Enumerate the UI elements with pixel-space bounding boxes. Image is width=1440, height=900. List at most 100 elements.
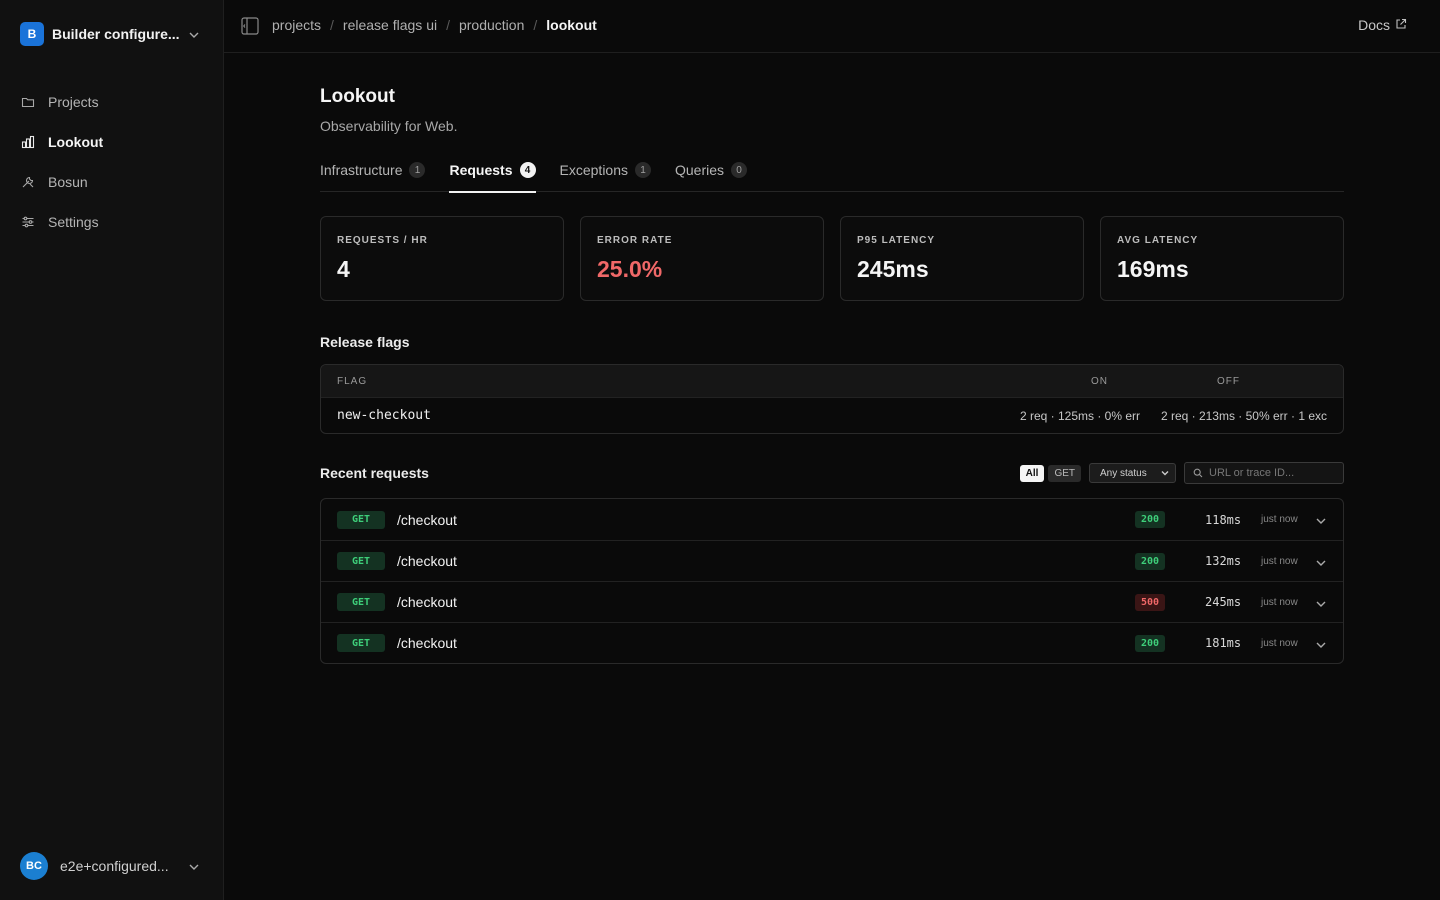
release-flags-title: Release flags [320,334,410,350]
request-path: /checkout [397,635,457,651]
tab-bar: Infrastructure 1 Requests 4 Exceptions 1… [320,158,1344,193]
sidebar-item-lookout[interactable]: Lookout [12,124,212,160]
tools-icon [20,174,36,190]
flag-name: new-checkout [337,408,431,423]
chevron-down-icon [188,28,200,44]
recent-requests-header: Recent requests All GET Any status URL o… [320,462,1344,484]
tab-exceptions[interactable]: Exceptions 1 [560,158,651,192]
filter-all-button[interactable]: All [1019,464,1045,482]
table-header: FLAG ON OFF [321,365,1343,397]
user-menu[interactable]: BC e2e+configured... [20,852,204,880]
breadcrumb-project[interactable]: release flags ui [343,17,437,33]
sidebar-item-label: Settings [48,214,99,230]
stats-row: REQUESTS / HR 4 ERROR RATE 25.0% P95 LAT… [320,216,1344,301]
breadcrumb: projects / release flags ui / production… [272,17,597,33]
method-badge: GET [337,510,385,529]
tab-infrastructure[interactable]: Infrastructure 1 [320,158,426,192]
breadcrumb-current: lookout [546,17,597,33]
request-path: /checkout [397,511,457,528]
status-badge: 200 [1135,634,1165,652]
tab-count-badge: 4 [519,162,536,178]
breadcrumb-projects[interactable]: projects [272,17,321,33]
main-content: Lookout Observability for Web. Infrastru… [320,86,1344,664]
stat-card-p95-latency: P95 LATENCY 245ms [840,216,1084,301]
chevron-down-icon[interactable] [1315,638,1327,654]
org-switcher[interactable]: B Builder configure... [20,22,204,46]
request-path: /checkout [397,553,457,569]
method-badge: GET [337,634,385,652]
docs-link[interactable]: Docs [1358,17,1407,33]
page-subtitle: Observability for Web. [320,118,458,134]
chevron-down-icon [1160,468,1170,481]
request-duration: 132ms [1205,554,1242,568]
breadcrumb-separator: / [533,17,538,33]
status-badge: 200 [1135,511,1165,528]
tab-count-badge: 1 [635,162,651,178]
chevron-down-icon[interactable] [1315,514,1327,530]
request-filters: All GET Any status URL or trace ID... [1019,462,1344,484]
request-row[interactable]: GET /checkout 200 181ms just now [321,622,1343,663]
tab-count-badge: 1 [409,162,426,178]
sidebar-toggle-icon[interactable] [241,17,259,38]
sidebar-item-settings[interactable]: Settings [12,204,212,240]
sidebar-item-bosun[interactable]: Bosun [12,164,212,200]
stat-card-avg-latency: AVG LATENCY 169ms [1100,216,1344,301]
request-time: just now [1261,555,1298,567]
bar-chart-icon [20,134,36,150]
tab-count-badge: 0 [731,162,748,178]
sidebar-item-label: Bosun [48,174,88,190]
request-path: /checkout [397,594,457,610]
tab-label: Infrastructure [320,162,403,178]
sidebar-item-label: Lookout [48,134,104,150]
status-badge: 500 [1135,593,1165,611]
request-row[interactable]: GET /checkout 200 132ms just now [321,540,1343,581]
breadcrumb-separator: / [446,17,450,33]
user-name: e2e+configured... [60,858,169,874]
avatar: BC [20,852,48,880]
status-select-value: Any status [1100,467,1147,479]
search-input[interactable]: URL or trace ID... [1184,462,1344,484]
tab-label: Queries [675,162,725,178]
flag-on-stats: 2 req · 125ms · 0% err [1019,408,1140,423]
breadcrumb-separator: / [330,17,334,33]
request-row[interactable]: GET /checkout 200 118ms just now [321,499,1343,540]
sidebar: B Builder configure... Projects Lookout … [0,0,224,900]
sidebar-item-projects[interactable]: Projects [12,84,212,120]
recent-requests-list: GET /checkout 200 118ms just now GET /ch… [320,498,1344,664]
column-header-flag: FLAG [337,375,368,387]
page-title: Lookout [320,86,395,107]
status-select[interactable]: Any status [1089,463,1176,483]
chevron-down-icon [188,860,200,876]
stat-card-error-rate: ERROR RATE 25.0% [580,216,824,301]
breadcrumb-environment[interactable]: production [459,17,524,33]
stat-label: P95 LATENCY [857,235,936,246]
tab-label: Requests [449,162,513,178]
request-duration: 245ms [1205,595,1242,609]
stat-value: 4 [337,256,350,282]
tab-queries[interactable]: Queries 0 [675,158,748,192]
search-icon [1193,465,1203,481]
stat-value: 25.0% [597,256,663,282]
column-header-off: OFF [1217,375,1240,387]
request-time: just now [1261,596,1298,608]
column-header-on: ON [1091,375,1108,387]
tab-label: Exceptions [559,162,628,178]
request-duration: 118ms [1205,512,1242,527]
sliders-icon [20,214,36,230]
flag-off-stats: 2 req · 213ms · 50% err · 1 exc [1160,408,1327,423]
chevron-down-icon[interactable] [1315,597,1327,613]
status-badge: 200 [1135,552,1165,570]
stat-value: 245ms [857,256,929,282]
recent-requests-title: Recent requests [320,465,429,481]
table-row[interactable]: new-checkout 2 req · 125ms · 0% err 2 re… [321,397,1343,433]
folder-icon [20,94,36,110]
chevron-down-icon[interactable] [1315,556,1327,572]
stat-label: REQUESTS / HR [337,235,428,246]
external-link-icon [1395,17,1407,33]
tab-requests[interactable]: Requests 4 [449,158,536,193]
request-time: just now [1261,637,1298,649]
org-name: Builder configure... [52,26,180,42]
request-duration: 181ms [1205,636,1242,650]
filter-get-button[interactable]: GET [1048,464,1081,482]
request-row[interactable]: GET /checkout 500 245ms just now [321,581,1343,622]
